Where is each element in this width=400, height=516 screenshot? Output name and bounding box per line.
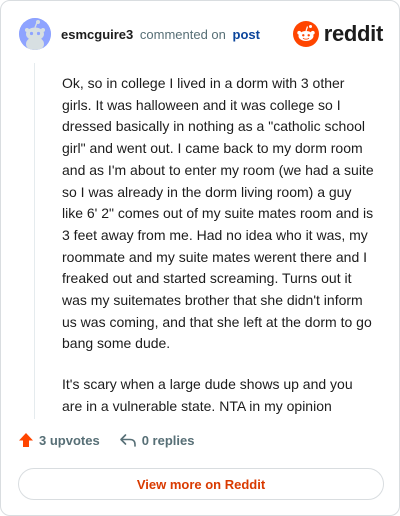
comment-header: esmcguire3 commented on post reddit bbox=[19, 17, 383, 51]
comment-paragraph: Ok, so in college I lived in a dorm with… bbox=[62, 75, 374, 352]
reddit-logo[interactable]: reddit bbox=[292, 21, 384, 47]
upvote-button[interactable]: 3 upvotes bbox=[18, 432, 100, 448]
comment-paragraph: It's scary when a large dude shows up an… bbox=[62, 376, 353, 414]
upvote-count: 3 upvotes bbox=[39, 432, 100, 448]
author-name[interactable]: esmcguire3 bbox=[61, 27, 133, 42]
post-link[interactable]: post bbox=[233, 27, 260, 42]
commented-on-text: commented on bbox=[139, 26, 226, 42]
comment-embed-card: esmcguire3 commented on post reddit Ok, … bbox=[0, 0, 400, 516]
snoo-avatar-icon[interactable] bbox=[19, 18, 51, 50]
reddit-logo-icon bbox=[292, 21, 319, 47]
upvote-arrow-icon bbox=[19, 433, 33, 447]
reply-count: 0 replies bbox=[141, 432, 195, 448]
thread-line bbox=[34, 63, 35, 419]
reply-arrow-icon bbox=[119, 434, 136, 447]
reply-button[interactable]: 0 replies bbox=[119, 432, 195, 448]
reddit-wordmark: reddit bbox=[323, 21, 384, 46]
comment-body: Ok, so in college I lived in a dorm with… bbox=[62, 73, 374, 437]
comment-meta: esmcguire3 commented on post bbox=[61, 27, 260, 42]
view-more-button[interactable]: View more on Reddit bbox=[18, 468, 384, 500]
comment-actions: 3 upvotes 0 replies bbox=[18, 432, 194, 448]
